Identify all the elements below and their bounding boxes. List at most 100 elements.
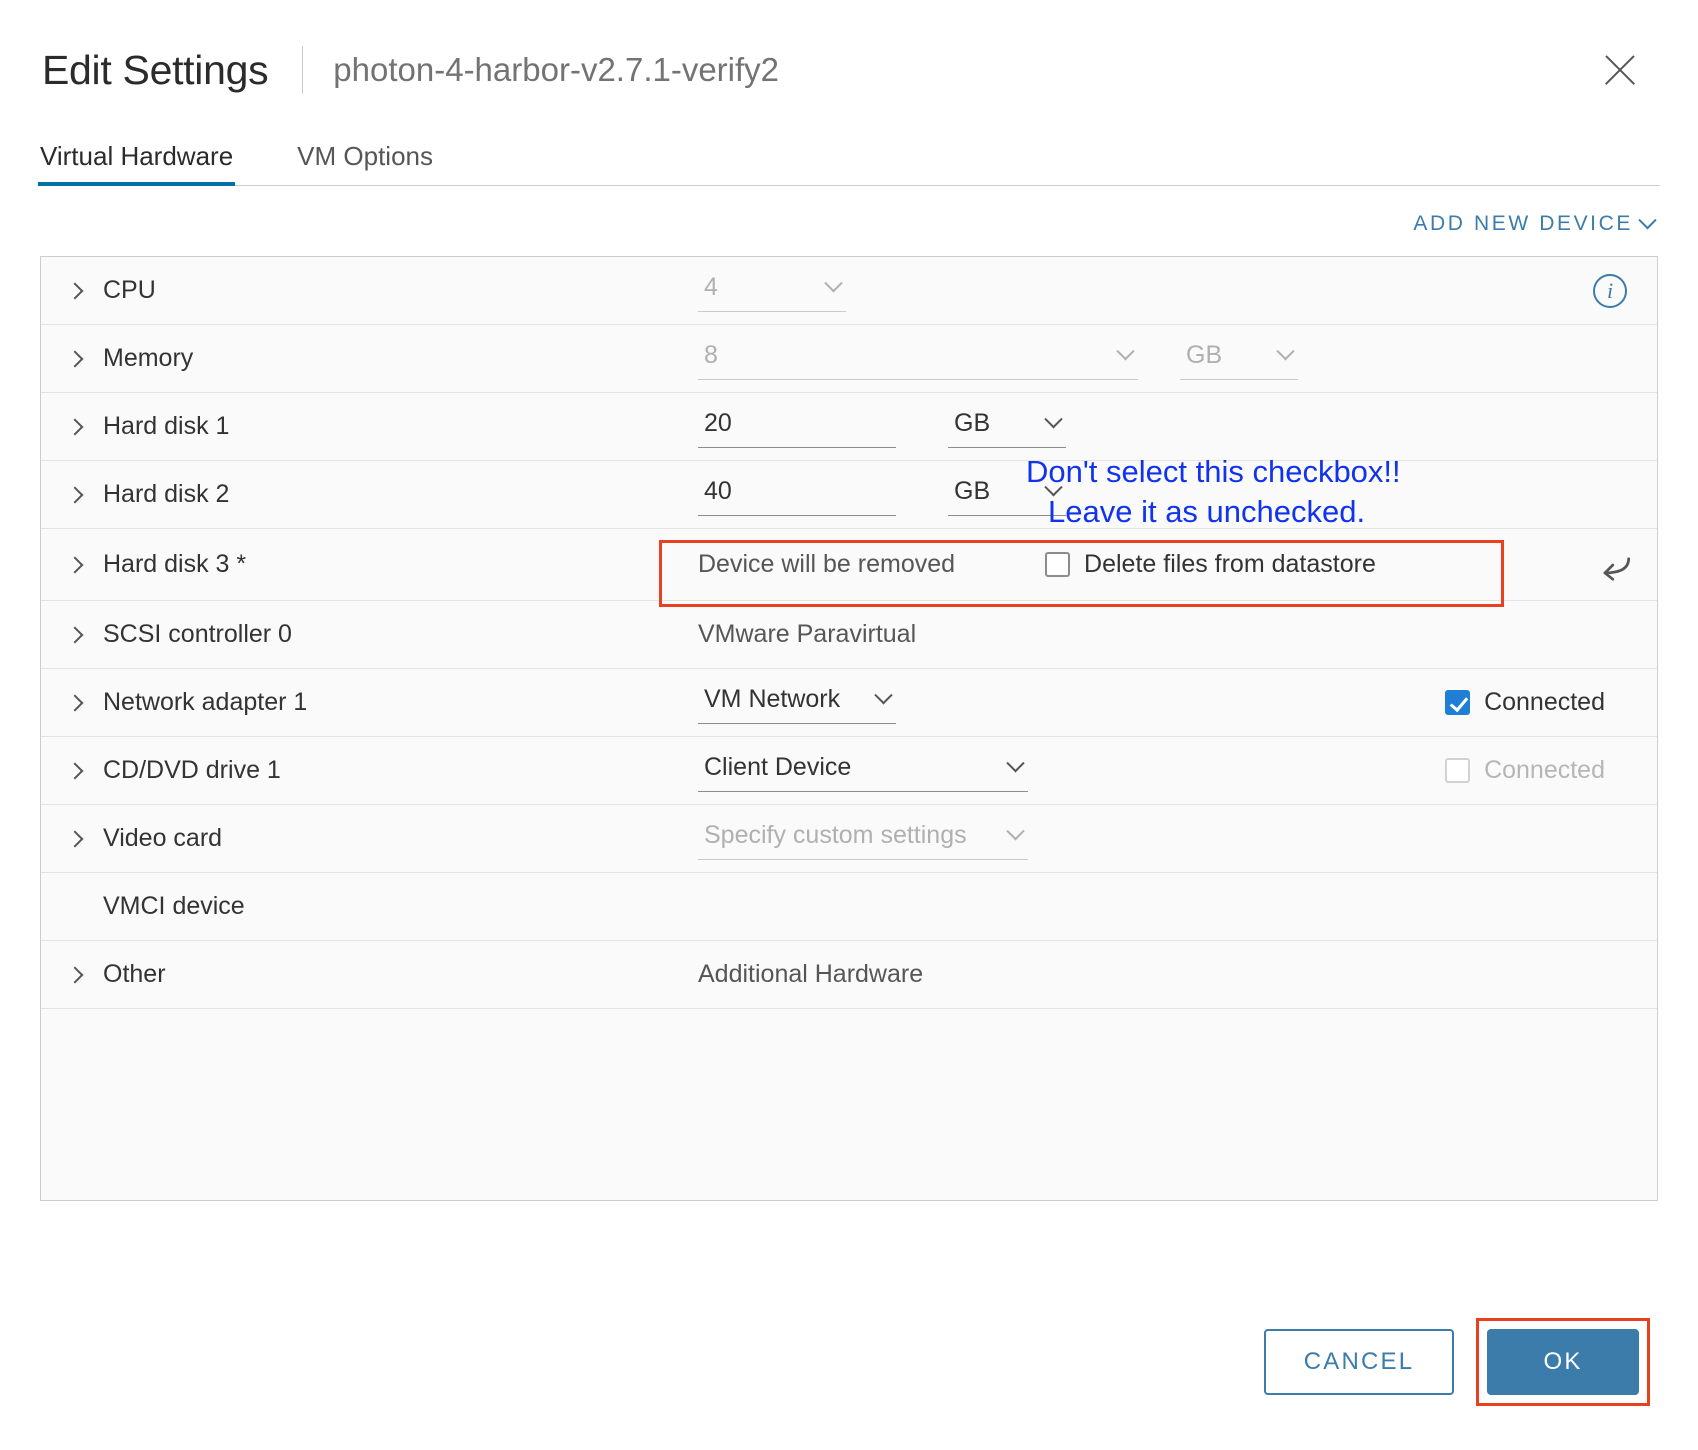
chevron-down-icon <box>824 273 843 292</box>
row-label-vmci-device: VMCI device <box>103 892 245 920</box>
vm-name: photon-4-harbor-v2.7.1-verify2 <box>333 51 780 88</box>
ok-button[interactable]: OK <box>1487 1329 1639 1395</box>
table-row-memory: Memory 8 GB <box>41 325 1657 393</box>
hard-disk-2-unit-select[interactable]: GB <box>948 474 1066 516</box>
hard-disk-3-status: Device will be removed <box>698 550 956 578</box>
checkbox-checked-icon <box>1445 690 1471 715</box>
highlight-box-ok-button: OK <box>1476 1318 1650 1406</box>
cd-dvd-drive-1-connected-checkbox: Connected <box>1445 756 1605 785</box>
checkbox-box-icon <box>1045 552 1071 577</box>
chevron-down-icon <box>1044 477 1063 496</box>
network-adapter-1-network-select[interactable]: VM Network <box>698 682 896 724</box>
expand-network-adapter-1-icon[interactable] <box>66 694 103 711</box>
tab-vm-options[interactable]: VM Options <box>295 141 435 186</box>
scsi-controller-0-value-zone: VMware Paravirtual <box>698 620 1657 649</box>
expand-video-card-icon[interactable] <box>66 830 103 847</box>
expand-hard-disk-3-icon[interactable] <box>66 556 103 573</box>
chevron-down-icon <box>1116 341 1135 360</box>
video-card-settings-select[interactable]: Specify custom settings <box>698 818 1028 860</box>
hard-disk-2-size-input[interactable]: 40 <box>698 474 896 516</box>
hard-disk-1-value-zone: 20 GB <box>698 406 1657 448</box>
row-label-network-adapter-1: Network adapter 1 <box>103 688 308 716</box>
hard-disk-1-unit-value: GB <box>954 408 991 437</box>
expand-scsi-controller-0-icon[interactable] <box>66 626 103 643</box>
expand-hard-disk-1-icon[interactable] <box>66 418 103 435</box>
row-label-memory: Memory <box>103 344 194 372</box>
table-row-hard-disk-2: Hard disk 2 40 GB <box>41 461 1657 529</box>
tab-bar: Virtual Hardware VM Options <box>38 128 1660 186</box>
table-row-vmci-device: VMCI device <box>41 873 1657 941</box>
expand-hard-disk-2-icon[interactable] <box>66 486 103 503</box>
video-card-settings-value: Specify custom settings <box>704 820 967 849</box>
page-title: Edit Settings <box>42 46 269 93</box>
memory-unit-select[interactable]: GB <box>1180 338 1298 380</box>
video-card-value-zone: Specify custom settings <box>698 818 1657 860</box>
cpu-value-zone: 4 <box>698 270 1657 312</box>
cpu-count-select[interactable]: 4 <box>698 270 846 312</box>
row-label-cd-dvd-drive-1: CD/DVD drive 1 <box>103 756 281 784</box>
cd-dvd-drive-1-value-zone: Client Device Connected <box>698 750 1657 792</box>
delete-files-label: Delete files from datastore <box>1084 550 1376 578</box>
chevron-down-icon <box>1638 210 1657 229</box>
tab-virtual-hardware[interactable]: Virtual Hardware <box>38 141 236 186</box>
add-new-device-label: ADD NEW DEVICE <box>1413 212 1633 235</box>
hard-disk-2-value-zone: 40 GB <box>698 474 1657 516</box>
info-circle-icon[interactable]: i <box>1593 273 1627 308</box>
hard-disk-3-value-zone: Device will be removed Delete files from… <box>698 550 1657 581</box>
vmci-device-spacer <box>69 901 103 913</box>
row-label-hard-disk-3: Hard disk 3 * <box>103 550 247 578</box>
table-row-hard-disk-3: Hard disk 3 * Device will be removed Del… <box>41 529 1657 601</box>
scsi-controller-0-value: VMware Paravirtual <box>698 620 917 648</box>
chevron-down-icon <box>1006 753 1025 772</box>
header-divider <box>302 46 304 94</box>
row-label-scsi-controller-0: SCSI controller 0 <box>103 620 292 648</box>
chevron-down-icon <box>1276 341 1295 360</box>
row-label-other: Other <box>103 960 166 988</box>
network-adapter-1-connected-label: Connected <box>1484 688 1605 716</box>
memory-amount-value: 8 <box>704 340 718 369</box>
row-label-video-card: Video card <box>103 824 223 852</box>
memory-value-zone: 8 GB <box>698 338 1657 380</box>
table-row-cpu: CPU 4 i <box>41 257 1657 325</box>
table-row-scsi-controller-0: SCSI controller 0 VMware Paravirtual <box>41 601 1657 669</box>
checkbox-disabled-icon <box>1445 758 1471 783</box>
memory-amount-select[interactable]: 8 <box>698 338 1138 380</box>
add-new-device-button[interactable]: ADD NEW DEVICE <box>1413 210 1657 236</box>
hard-disk-2-unit-value: GB <box>954 476 991 505</box>
hard-disk-1-size-input[interactable]: 20 <box>698 406 896 448</box>
cpu-count-value: 4 <box>704 272 718 301</box>
row-label-hard-disk-2: Hard disk 2 <box>103 480 230 508</box>
table-row-hard-disk-1: Hard disk 1 20 GB <box>41 393 1657 461</box>
table-row-cd-dvd-drive-1: CD/DVD drive 1 Client Device Connected <box>41 737 1657 805</box>
other-value: Additional Hardware <box>698 960 924 988</box>
network-adapter-1-value-zone: VM Network Connected <box>698 682 1657 724</box>
revert-arrow-icon[interactable] <box>1597 546 1635 584</box>
close-icon[interactable] <box>1598 48 1642 92</box>
chevron-down-icon <box>1044 409 1063 428</box>
dialog-header: Edit Settings photon-4-harbor-v2.7.1-ver… <box>0 0 1698 110</box>
expand-cd-dvd-drive-1-icon[interactable] <box>66 762 103 779</box>
add-new-device-row: ADD NEW DEVICE <box>0 186 1698 256</box>
dialog-footer: CANCEL OK <box>0 1318 1698 1406</box>
chevron-down-icon <box>1006 821 1025 840</box>
cd-dvd-drive-1-connected-label: Connected <box>1484 756 1605 784</box>
expand-cpu-icon[interactable] <box>66 282 103 299</box>
network-adapter-1-connected-checkbox[interactable]: Connected <box>1445 688 1605 717</box>
row-label-cpu: CPU <box>103 276 156 304</box>
cancel-button[interactable]: CANCEL <box>1264 1329 1454 1395</box>
chevron-down-icon <box>874 685 893 704</box>
network-adapter-1-network-value: VM Network <box>704 684 841 713</box>
edit-settings-dialog: Edit Settings photon-4-harbor-v2.7.1-ver… <box>0 0 1698 1450</box>
hard-disk-1-unit-select[interactable]: GB <box>948 406 1066 448</box>
row-label-hard-disk-1: Hard disk 1 <box>103 412 230 440</box>
table-row-video-card: Video card Specify custom settings <box>41 805 1657 873</box>
expand-memory-icon[interactable] <box>66 350 103 367</box>
delete-files-from-datastore-checkbox[interactable]: Delete files from datastore <box>1045 550 1376 579</box>
table-row-other: Other Additional Hardware <box>41 941 1657 1009</box>
expand-other-icon[interactable] <box>66 966 103 983</box>
device-table: CPU 4 i Memory 8 GB Hard disk 1 20 GB Ha… <box>40 256 1658 1201</box>
cd-dvd-drive-1-device-select[interactable]: Client Device <box>698 750 1028 792</box>
cd-dvd-drive-1-device-value: Client Device <box>704 752 852 781</box>
other-value-zone: Additional Hardware <box>698 960 1657 989</box>
memory-unit-value: GB <box>1186 340 1223 369</box>
